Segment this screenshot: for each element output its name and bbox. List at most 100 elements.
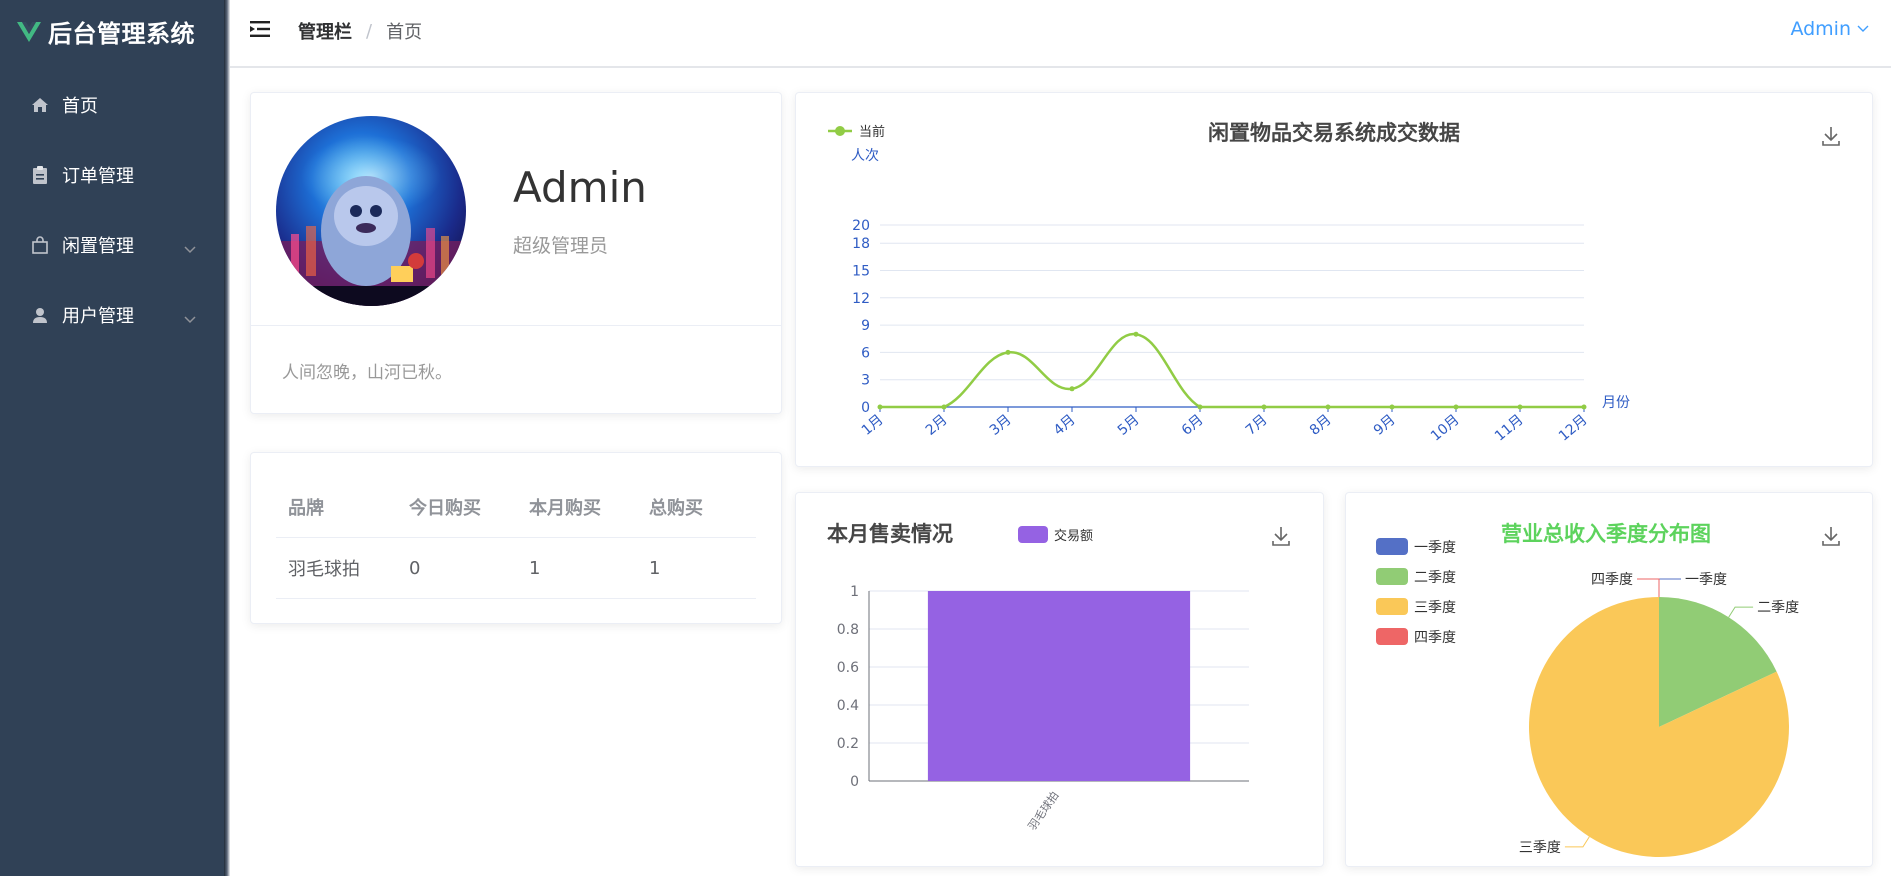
table-cell: 0 bbox=[409, 557, 421, 579]
pie-label-line bbox=[1728, 606, 1754, 618]
y-tick-label: 15 bbox=[852, 264, 870, 280]
profile-name: Admin bbox=[513, 163, 647, 212]
legend-swatch[interactable] bbox=[1376, 538, 1408, 555]
bar-chart: 本月售卖情况 交易额 0 0.2 0.4 0.6 0.8 1 羽毛球拍 bbox=[827, 522, 1290, 833]
data-point[interactable] bbox=[877, 404, 883, 410]
home-icon bbox=[30, 95, 50, 115]
x-tick-label: 4月 bbox=[1051, 412, 1079, 439]
chevron-down-icon bbox=[184, 308, 196, 329]
purchase-table: 品牌 今日购买 本月购买 总购买 羽毛球拍 0 1 1 bbox=[276, 477, 756, 599]
sidebar-item-users[interactable]: 用户管理 bbox=[0, 280, 224, 350]
profile-motto: 人间忽晚，山河已秋。 bbox=[282, 363, 452, 383]
x-axis-label: 月份 bbox=[1602, 395, 1630, 411]
y-tick-label: 20 bbox=[852, 218, 870, 234]
sidebar-item-label: 首页 bbox=[62, 96, 98, 117]
user-dropdown[interactable]: Admin bbox=[1790, 18, 1869, 40]
y-tick-label: 0.6 bbox=[837, 660, 859, 676]
data-point[interactable] bbox=[1581, 404, 1587, 410]
sidebar-item-label: 订单管理 bbox=[62, 166, 134, 187]
series-line bbox=[880, 332, 1584, 409]
download-icon[interactable] bbox=[1822, 527, 1840, 546]
profile-role: 超级管理员 bbox=[513, 235, 609, 257]
pie-label-line bbox=[1637, 578, 1660, 597]
table-header-cell: 本月购买 bbox=[529, 498, 601, 519]
x-tick-label: 11月 bbox=[1492, 412, 1527, 445]
pie-chart-card: 营业总收入季度分布图 一季度 二季度 三季度 四季度 一季度 二季度 三季度 四季度 bbox=[1345, 492, 1873, 867]
data-point[interactable] bbox=[1133, 331, 1139, 337]
table-header-cell: 总购买 bbox=[649, 498, 703, 519]
legend-marker-icon[interactable] bbox=[835, 126, 845, 136]
data-point[interactable] bbox=[1325, 404, 1331, 410]
x-tick-label: 8月 bbox=[1307, 412, 1335, 439]
app-title: 后台管理系统 bbox=[48, 20, 195, 48]
sidebar-item-home[interactable]: 首页 bbox=[0, 70, 224, 140]
bar[interactable] bbox=[927, 591, 1191, 781]
data-point[interactable] bbox=[1005, 349, 1011, 355]
breadcrumb-current: 首页 bbox=[386, 22, 423, 43]
table-cell: 1 bbox=[529, 557, 541, 579]
legend-label: 交易额 bbox=[1054, 528, 1093, 544]
data-point[interactable] bbox=[941, 404, 947, 410]
sidebar-item-label: 闲置管理 bbox=[62, 236, 134, 257]
legend-swatch[interactable] bbox=[1376, 598, 1408, 615]
breadcrumb: 管理栏 / 首页 bbox=[298, 18, 422, 44]
data-point[interactable] bbox=[1069, 386, 1075, 392]
table-header-cell: 品牌 bbox=[288, 498, 324, 519]
data-point[interactable] bbox=[1197, 404, 1203, 410]
pie-chart: 营业总收入季度分布图 一季度二季度三季度四季度 一季度二季度三季度四季度 bbox=[1376, 522, 1840, 857]
y-tick-label: 9 bbox=[861, 318, 870, 334]
table-cell: 1 bbox=[649, 557, 661, 579]
app-logo: 后台管理系统 bbox=[16, 14, 195, 49]
divider bbox=[251, 325, 781, 326]
line-chart: 当前 闲置物品交易系统成交数据 人次 月份 036912151820 1月 2月 3… bbox=[828, 121, 1840, 445]
y-tick-label: 3 bbox=[861, 373, 870, 389]
sidebar-menu: 首页 订单管理 闲置管理 用户管理 bbox=[0, 70, 224, 350]
x-tick-label: 7月 bbox=[1243, 412, 1271, 439]
legend-swatch[interactable] bbox=[1376, 628, 1408, 645]
legend-swatch[interactable] bbox=[1018, 526, 1048, 543]
clipboard-icon bbox=[30, 165, 50, 185]
legend-label: 二季度 bbox=[1414, 570, 1456, 586]
chart-title: 本月售卖情况 bbox=[827, 522, 953, 546]
breadcrumb-item[interactable]: 管理栏 bbox=[298, 18, 352, 44]
x-tick-label: 6月 bbox=[1179, 412, 1207, 439]
user-name: Admin bbox=[1790, 18, 1851, 40]
download-icon[interactable] bbox=[1822, 127, 1840, 146]
y-tick-label: 0.4 bbox=[837, 698, 859, 714]
y-tick-label: 0 bbox=[850, 774, 859, 790]
breadcrumb-separator: / bbox=[366, 20, 373, 42]
data-point[interactable] bbox=[1453, 404, 1459, 410]
table-header-row: 品牌 今日购买 本月购买 总购买 bbox=[276, 477, 756, 538]
data-point[interactable] bbox=[1389, 404, 1395, 410]
pie-label: 一季度 bbox=[1685, 572, 1727, 588]
bar-chart-card: 本月售卖情况 交易额 0 0.2 0.4 0.6 0.8 1 羽毛球拍 bbox=[795, 492, 1324, 867]
pie-label: 四季度 bbox=[1591, 572, 1633, 588]
data-point[interactable] bbox=[1517, 404, 1523, 410]
sidebar-item-label: 用户管理 bbox=[62, 306, 134, 327]
top-header: 管理栏 / 首页 Admin bbox=[230, 0, 1891, 68]
sidebar-item-orders[interactable]: 订单管理 bbox=[0, 140, 224, 210]
y-tick-label: 12 bbox=[852, 291, 870, 307]
menu-toggle-icon[interactable] bbox=[250, 20, 272, 42]
table-row: 羽毛球拍 0 1 1 bbox=[276, 538, 756, 599]
chart-title: 闲置物品交易系统成交数据 bbox=[1208, 121, 1460, 145]
profile-card: Admin 超级管理员 人间忽晚，山河已秋。 bbox=[250, 92, 782, 414]
legend-swatch[interactable] bbox=[1376, 568, 1408, 585]
x-tick-label: 3月 bbox=[987, 412, 1015, 439]
download-icon[interactable] bbox=[1272, 527, 1290, 546]
sidebar-item-idle[interactable]: 闲置管理 bbox=[0, 210, 224, 280]
pie-label: 二季度 bbox=[1757, 600, 1799, 616]
vue-logo-icon bbox=[17, 21, 41, 42]
x-tick-label: 9月 bbox=[1371, 412, 1399, 439]
y-tick-label: 6 bbox=[861, 345, 870, 361]
pie-label-line bbox=[1564, 836, 1590, 848]
y-tick-label: 0 bbox=[861, 400, 870, 416]
x-tick-label: 10月 bbox=[1428, 412, 1463, 445]
table-cell: 羽毛球拍 bbox=[288, 559, 360, 580]
legend-label: 三季度 bbox=[1414, 600, 1456, 616]
pie-label: 三季度 bbox=[1519, 840, 1561, 856]
data-point[interactable] bbox=[1261, 404, 1267, 410]
legend-label: 当前 bbox=[859, 124, 885, 140]
y-tick-label: 0.8 bbox=[837, 622, 859, 638]
y-tick-label: 0.2 bbox=[837, 736, 859, 752]
